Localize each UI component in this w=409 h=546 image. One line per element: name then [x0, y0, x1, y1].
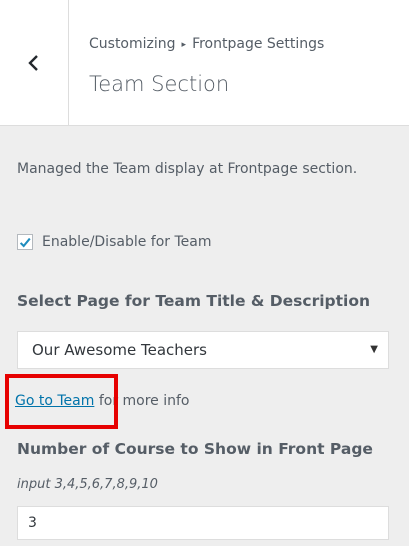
breadcrumb-root: Customizing — [89, 36, 176, 52]
team-link-row: Go to Team for more info — [15, 393, 190, 409]
back-button[interactable] — [0, 0, 69, 125]
breadcrumb-separator: ▸ — [181, 40, 187, 50]
enable-team-checkbox[interactable] — [17, 234, 33, 250]
dropdown-arrow-icon: ▼ — [370, 344, 378, 355]
go-to-team-link[interactable]: Go to Team — [15, 393, 94, 409]
enable-team-toggle[interactable]: Enable/Disable for Team — [17, 234, 212, 250]
breadcrumb-parent: Frontpage Settings — [192, 36, 325, 52]
enable-team-label: Enable/Disable for Team — [42, 234, 212, 250]
chevron-left-icon — [28, 54, 38, 71]
team-page-select[interactable]: Our Awesome Teachers ▼ — [17, 331, 389, 369]
team-page-select-value: Our Awesome Teachers — [32, 341, 207, 359]
customizer-header: Customizing ▸ Frontpage Settings Team Sect… — [0, 0, 409, 126]
select-page-title: Select Page for Team Title & Description — [17, 292, 371, 310]
course-count-input[interactable]: 3 — [17, 506, 389, 540]
course-count-hint: input 3,4,5,6,7,8,9,10 — [17, 477, 158, 492]
course-count-value: 3 — [28, 515, 37, 531]
checkmark-icon — [19, 237, 31, 248]
page-title: Team Section — [89, 72, 230, 96]
course-count-title: Number of Course to Show in Front Page — [17, 440, 373, 458]
section-description: Managed the Team display at Frontpage se… — [17, 161, 358, 177]
breadcrumb: Customizing ▸ Frontpage Settings — [89, 36, 324, 52]
team-link-suffix: for more info — [94, 393, 190, 409]
